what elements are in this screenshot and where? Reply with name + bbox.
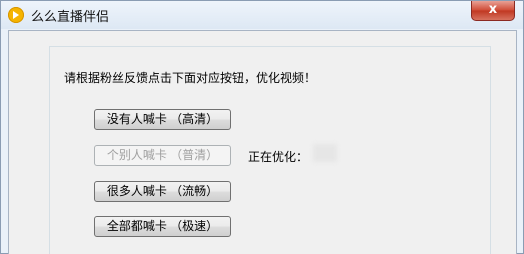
- window-title: 么么直播伴侣: [31, 10, 110, 25]
- app-logo-icon: [8, 7, 24, 23]
- fast-quality-button[interactable]: 全部都喊卡 （极速）: [94, 216, 231, 237]
- app-window: 么么直播伴侣 x 请根据粉丝反馈点击下面对应按钮，优化视频！ 没有人喊卡 （高清…: [0, 0, 524, 254]
- title-bar[interactable]: 么么直播伴侣 x: [1, 1, 523, 29]
- hd-quality-button[interactable]: 没有人喊卡 （高清）: [94, 109, 231, 130]
- instruction-text: 请根据粉丝反馈点击下面对应按钮，优化视频！: [64, 71, 317, 85]
- smooth-quality-button[interactable]: 很多人喊卡 （流畅）: [94, 181, 231, 202]
- close-button[interactable]: x: [471, 1, 515, 21]
- optimizing-status-label: 正在优化：: [248, 150, 309, 164]
- optimizing-status-value: [313, 144, 337, 162]
- standard-quality-button: 个别人喊卡 （普清）: [94, 145, 231, 166]
